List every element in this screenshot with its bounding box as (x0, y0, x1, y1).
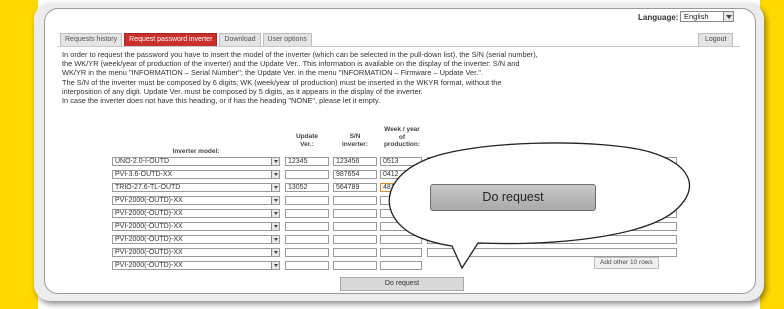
instruction-line: In order to request the password you hav… (62, 50, 538, 59)
model-select[interactable]: PVI-2000(-OUTD)-XX (112, 235, 280, 244)
header-line: inverter: (341, 140, 368, 148)
update-ver-input[interactable] (285, 235, 329, 244)
logout-button[interactable]: Logout (698, 33, 734, 47)
sn-input[interactable] (333, 209, 377, 218)
sn-input[interactable] (333, 248, 377, 257)
language-select[interactable]: English (680, 11, 734, 22)
model-value: PVI-2000(-OUTD)-XX (115, 249, 183, 256)
language-label: Language: (638, 13, 679, 22)
instruction-line: WK/YR in the menu "INFORMATION – Serial … (62, 68, 483, 78)
col-header-model: Inverter model: (172, 148, 220, 155)
chevron-down-icon[interactable] (271, 210, 279, 217)
update-ver-input[interactable] (285, 261, 329, 270)
model-value: PVI-2000(-OUTD)-XX (115, 236, 183, 243)
chevron-down-icon[interactable] (271, 262, 279, 269)
col-header-week: Week / year of production: (380, 126, 424, 149)
col-header-sn: S/N inverter: (333, 133, 377, 148)
chevron-down-icon[interactable] (271, 158, 279, 165)
note-input[interactable] (427, 222, 677, 231)
update-ver-input[interactable]: 13052 (285, 183, 329, 192)
model-select[interactable]: PVI-2000(-OUTD)-XX (112, 222, 280, 231)
model-value: PVI-2000(-OUTD)-XX (115, 262, 183, 269)
chevron-down-icon[interactable] (723, 11, 734, 22)
update-ver-input[interactable] (285, 209, 329, 218)
col-header-update-ver: Update Ver.: (285, 133, 329, 148)
instruction-line: the WK/YR (week/year of production of th… (62, 59, 520, 69)
language-value: English (684, 12, 709, 21)
sn-input[interactable] (333, 235, 377, 244)
instructions-text: In order to request the password you hav… (62, 50, 738, 105)
week-input[interactable] (380, 248, 422, 257)
tab-user-options[interactable]: User options (262, 33, 312, 47)
week-input[interactable] (380, 261, 422, 270)
model-value: UNO-2.0-I-OUTD (115, 158, 170, 165)
update-ver-input[interactable] (285, 170, 329, 179)
chevron-down-icon[interactable] (271, 197, 279, 204)
header-line: S/N (349, 133, 361, 140)
note-input[interactable] (427, 248, 677, 257)
chevron-down-icon[interactable] (271, 236, 279, 243)
week-input[interactable] (380, 235, 422, 244)
note-input[interactable] (427, 170, 677, 179)
sn-input[interactable]: 564789 (333, 183, 377, 192)
header-line: production: (383, 141, 421, 148)
model-value: PVI-2000(-OUTD)-XX (115, 210, 183, 217)
week-input[interactable] (380, 196, 422, 205)
col-header-note: Note (544, 148, 560, 155)
model-select[interactable]: TRIO-27.6-TL-OUTD (112, 183, 280, 192)
instruction-line: interposition of any digit. Update Ver. … (62, 86, 423, 96)
sn-input[interactable]: 123456 (333, 157, 377, 166)
header-line: Ver.: (300, 140, 314, 148)
model-value: PVI-2000(-OUTD)-XX (115, 223, 183, 230)
week-input[interactable]: 0412 (380, 170, 422, 179)
model-select[interactable]: PVI-3.6-OUTD-XX (112, 170, 280, 179)
note-input[interactable] (427, 157, 677, 166)
model-value: PVI-2000(-OUTD)-XX (115, 197, 183, 204)
update-ver-input[interactable] (285, 222, 329, 231)
header-line: of (398, 133, 406, 141)
sn-input[interactable]: 987654 (333, 170, 377, 179)
model-value: PVI-3.6-OUTD-XX (115, 171, 173, 178)
model-select[interactable]: PVI-2000(-OUTD)-XX (112, 196, 280, 205)
sn-input[interactable] (333, 196, 377, 205)
sn-input[interactable] (333, 261, 377, 270)
header-line: Week / year (384, 126, 420, 133)
instruction-line: The S/N of the inverter must be composed… (62, 77, 502, 87)
header-line: Update (295, 133, 319, 140)
model-select[interactable]: PVI-2000(-OUTD)-XX (112, 261, 280, 270)
chevron-down-icon[interactable] (271, 249, 279, 256)
model-value: TRIO-27.6-TL-OUTD (115, 184, 181, 191)
tab-bar: Requests history Request password invert… (60, 33, 312, 47)
model-select[interactable]: PVI-2000(-OUTD)-XX (112, 209, 280, 218)
chevron-down-icon[interactable] (271, 184, 279, 191)
instruction-line: In case the inverter does not have this … (62, 96, 381, 106)
left-yellow-strip (0, 0, 38, 309)
week-input[interactable]: 4812 (380, 183, 422, 192)
add-rows-button[interactable]: Add other 10 rows (594, 257, 659, 269)
week-input[interactable] (380, 209, 422, 218)
sn-input[interactable] (333, 222, 377, 231)
chevron-down-icon[interactable] (271, 223, 279, 230)
tab-request-password-inverter[interactable]: Request password inverter (124, 33, 218, 47)
update-ver-input[interactable] (285, 196, 329, 205)
week-input[interactable]: 0513 (380, 157, 422, 166)
tab-requests-history[interactable]: Requests history (60, 33, 123, 47)
model-select[interactable]: PVI-2000(-OUTD)-XX (112, 248, 280, 257)
do-request-button[interactable]: Do request (340, 277, 464, 291)
update-ver-input[interactable]: 12345 (285, 157, 329, 166)
callout-do-request-button[interactable]: Do request (430, 184, 596, 211)
chevron-down-icon[interactable] (271, 171, 279, 178)
week-input[interactable] (380, 222, 422, 231)
tab-download[interactable]: Download (219, 33, 261, 47)
update-ver-input[interactable] (285, 248, 329, 257)
model-select[interactable]: UNO-2.0-I-OUTD (112, 157, 280, 166)
note-input[interactable] (427, 235, 677, 244)
tab-separator (58, 46, 740, 47)
